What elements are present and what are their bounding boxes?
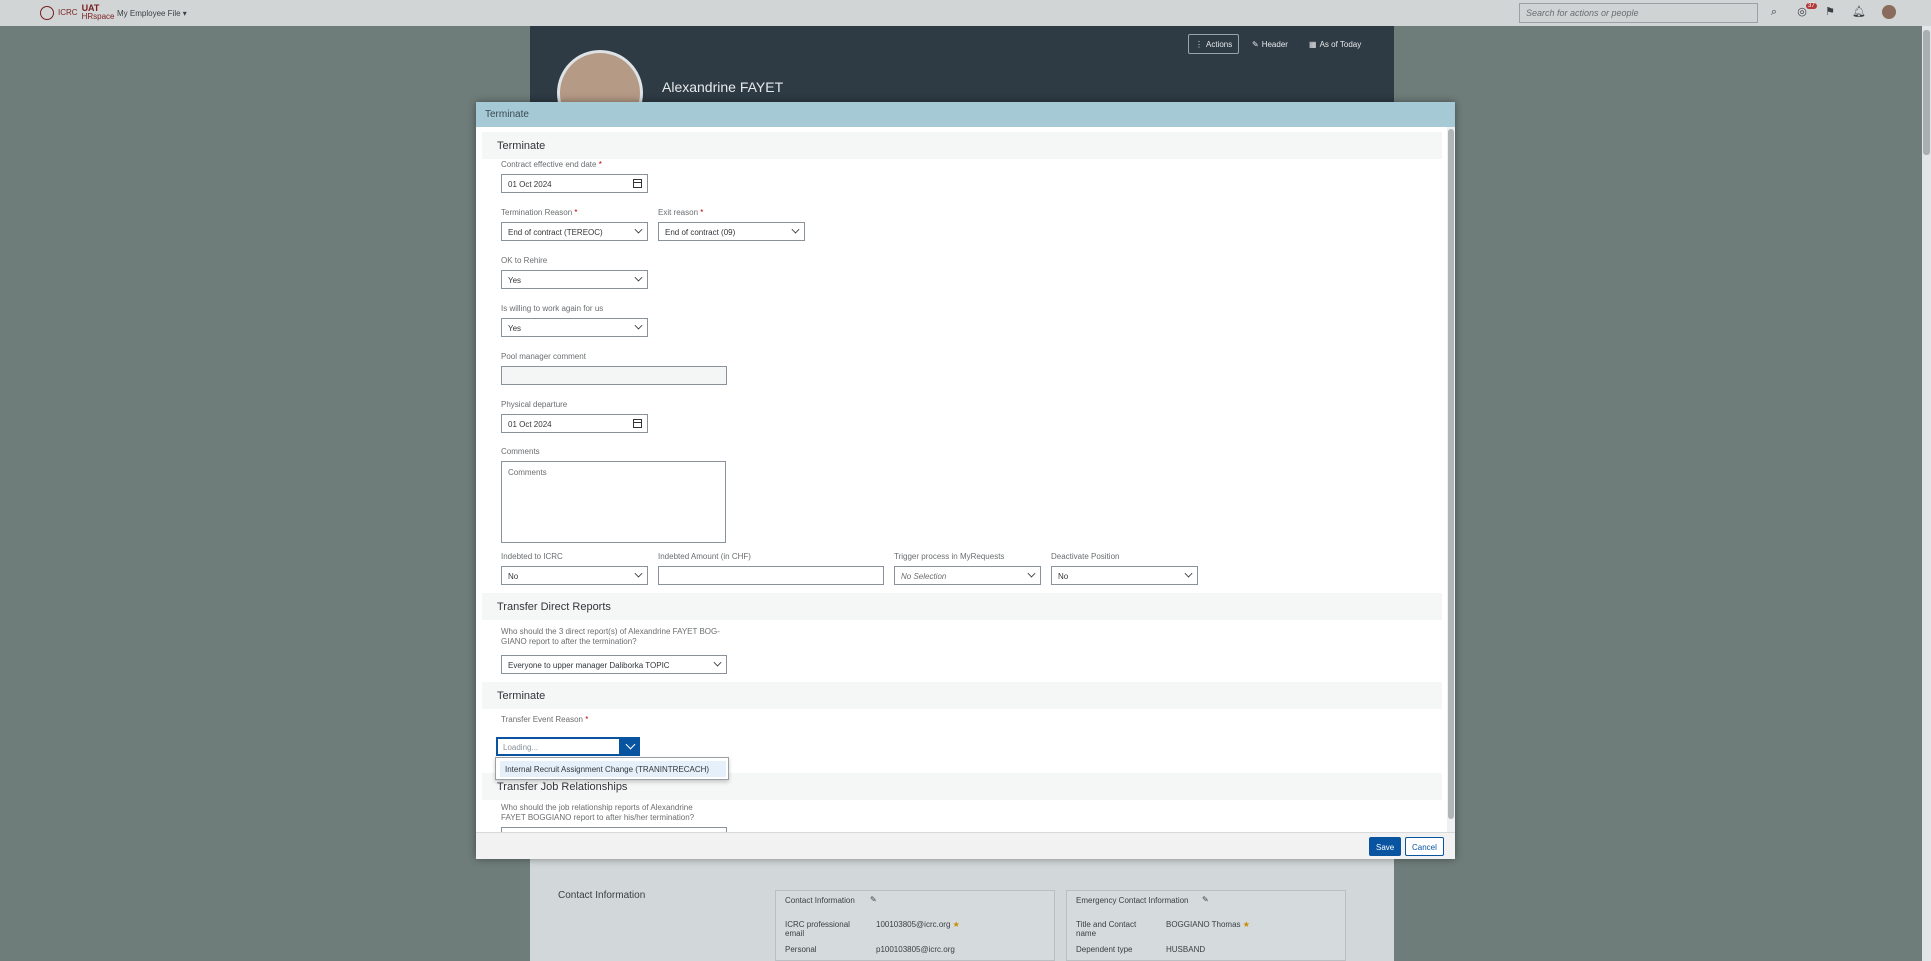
- contact-section-title: Contact Information: [558, 890, 646, 901]
- pool-comment-input[interactable]: [501, 366, 727, 385]
- dialog-title: Terminate: [476, 102, 1455, 127]
- transfer-event-dropdown-button[interactable]: [621, 737, 640, 756]
- direct-reports-question-line2: GIANO report to after the termination?: [501, 637, 637, 646]
- deactivate-label: Deactivate Position: [1051, 552, 1120, 561]
- terminate-section-2-header: Terminate: [482, 682, 1442, 709]
- save-button[interactable]: Save: [1369, 837, 1402, 856]
- ok-rehire-label: OK to Rehire: [501, 256, 548, 265]
- transfer-event-dropdown-list: Internal Recruit Assignment Change (TRAN…: [495, 757, 729, 780]
- employee-name: Alexandrine FAYET: [662, 79, 784, 95]
- section-title: Transfer Direct Reports: [497, 601, 611, 613]
- section-title: Terminate: [497, 690, 546, 702]
- shell-bar: ICRC UAT HRspace My Employee File ▾ Sear…: [0, 0, 1931, 26]
- termination-reason-select[interactable]: End of contract (TEREOC): [501, 222, 648, 241]
- transfer-event-label: Transfer Event Reason *: [501, 715, 589, 724]
- global-search-input[interactable]: Search for actions or people: [1519, 3, 1758, 23]
- exit-reason-label: Exit reason *: [658, 208, 704, 217]
- indebted-amount-input[interactable]: [658, 566, 884, 585]
- indebted-label: Indebted to ICRC: [501, 552, 563, 561]
- icrc-emblem-icon: [40, 5, 54, 20]
- comments-textarea[interactable]: Comments: [501, 461, 726, 543]
- logo-line1: ICRC: [58, 7, 78, 17]
- contract-end-date-input[interactable]: 01 Oct 2024: [501, 174, 648, 193]
- title-contact-label: Title and Contact name: [1076, 920, 1137, 938]
- icrc-email-value: 100103805@icrc.org ★: [876, 920, 960, 929]
- cancel-button[interactable]: Cancel: [1405, 837, 1444, 856]
- personal-email-label: Personal: [785, 945, 817, 954]
- apps-icon[interactable]: ⚑: [1824, 6, 1836, 18]
- app-menu[interactable]: My Employee File ▾: [117, 9, 187, 18]
- company-logo[interactable]: ICRC UAT HRspace: [40, 4, 114, 21]
- ok-rehire-select[interactable]: Yes: [501, 270, 648, 289]
- page-scrollbar-thumb[interactable]: [1923, 30, 1930, 155]
- header-label: Header: [1261, 39, 1288, 49]
- physical-departure-input[interactable]: 01 Oct 2024: [501, 414, 648, 433]
- actions-label: Actions: [1206, 39, 1233, 49]
- edit-emergency-icon[interactable]: ✎: [1202, 895, 1209, 904]
- pencil-icon: ✎: [1252, 39, 1259, 49]
- willing-label: Is willing to work again for us: [501, 304, 604, 313]
- as-of-today-button[interactable]: ▦ As of Today: [1309, 34, 1361, 54]
- personal-email-value: p100103805@icrc.org: [876, 945, 955, 954]
- icrc-email-label: ICRC professional email: [785, 920, 850, 938]
- termination-reason-label: Termination Reason *: [501, 208, 578, 217]
- deactivate-select[interactable]: No: [1051, 566, 1198, 585]
- more-icon: ⋮: [1195, 39, 1203, 49]
- direct-reports-section-header: Transfer Direct Reports: [482, 593, 1442, 620]
- as-of-label: As of Today: [1319, 39, 1362, 49]
- search-icon[interactable]: ⌕: [1768, 6, 1780, 18]
- actions-button[interactable]: ⋮ Actions: [1188, 34, 1240, 54]
- chevron-down-icon: [713, 658, 722, 667]
- direct-reports-question-line1: Who should the 3 direct report(s) of Ale…: [501, 627, 720, 636]
- willing-select[interactable]: Yes: [501, 318, 648, 337]
- dialog-scrollbar-thumb[interactable]: [1448, 129, 1454, 819]
- dependent-type-value: HUSBAND: [1166, 945, 1206, 954]
- dialog-footer: Save Cancel: [476, 832, 1455, 859]
- emergency-card-title: Emergency Contact Information: [1076, 896, 1189, 905]
- job-rel-question-line2: FAYET BOGGIANO report to after his/her t…: [501, 813, 695, 822]
- chevron-down-icon: [1184, 569, 1193, 578]
- title-contact-value: BOGGIANO Thomas ★: [1166, 920, 1250, 929]
- chevron-down-icon: [791, 225, 800, 234]
- dependent-type-label: Dependent type: [1076, 945, 1133, 954]
- transfer-event-reason-input[interactable]: Loading...: [496, 737, 621, 756]
- dropdown-option[interactable]: Internal Recruit Assignment Change (TRAN…: [500, 761, 726, 777]
- dialog-content: Terminate Contract effective end date * …: [482, 127, 1442, 832]
- logo-line2: HRspace: [81, 12, 115, 21]
- calendar-icon[interactable]: [633, 419, 642, 428]
- header-button[interactable]: ✎ Header: [1252, 34, 1288, 54]
- contact-card-title: Contact Information: [785, 896, 855, 905]
- job-rel-question-line1: Who should the job relationship reports …: [501, 803, 693, 812]
- calendar-icon[interactable]: [633, 179, 642, 188]
- section-title: Terminate: [497, 140, 546, 152]
- section-title: Transfer Job Relationships: [497, 781, 628, 793]
- trigger-label: Trigger process in MyRequests: [894, 552, 1005, 561]
- indebted-select[interactable]: No: [501, 566, 648, 585]
- chevron-down-icon: [634, 225, 643, 234]
- direct-reports-select[interactable]: Everyone to upper manager Daliborka TOPI…: [501, 655, 727, 674]
- physical-departure-label: Physical departure: [501, 400, 568, 409]
- indebted-amount-label: Indebted Amount (in CHF): [658, 552, 751, 561]
- chevron-down-icon: [634, 321, 643, 330]
- notification-count-badge: 37: [1806, 3, 1817, 9]
- chevron-down-icon: [634, 569, 643, 578]
- contract-end-label: Contract effective end date *: [501, 160, 602, 169]
- chevron-down-icon: [634, 273, 643, 282]
- bell-icon[interactable]: 🔔︎: [1852, 6, 1866, 18]
- user-avatar[interactable]: [1882, 5, 1896, 19]
- chevron-down-icon: [1027, 569, 1036, 578]
- edit-contact-icon[interactable]: ✎: [870, 895, 877, 904]
- page-scrollbar[interactable]: [1922, 26, 1931, 961]
- exit-reason-select[interactable]: End of contract (09): [658, 222, 805, 241]
- comments-label: Comments: [501, 447, 540, 456]
- terminate-section-header: Terminate: [482, 132, 1442, 159]
- pool-comment-label: Pool manager comment: [501, 352, 586, 361]
- trigger-select[interactable]: No Selection: [894, 566, 1041, 585]
- calendar-icon: ▦: [1309, 39, 1317, 49]
